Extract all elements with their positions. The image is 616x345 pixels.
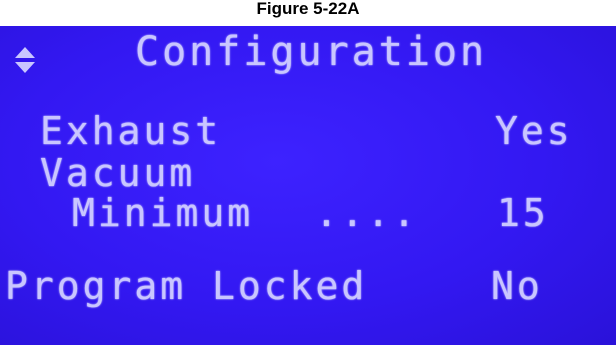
program-locked-value: No bbox=[491, 264, 543, 308]
vacuum-minimum-value: 15 bbox=[497, 191, 549, 235]
figure-caption-text: Figure 5-22A bbox=[256, 0, 360, 18]
vacuum-label: Vacuum bbox=[40, 151, 196, 195]
figure-caption: Figure 5-22A bbox=[0, 0, 616, 26]
program-locked-label: Program Locked bbox=[5, 264, 368, 308]
vacuum-minimum-leader: .... bbox=[315, 191, 419, 235]
exhaust-value: Yes bbox=[495, 109, 573, 153]
up-down-arrows-icon bbox=[15, 47, 35, 73]
screen-title: Configuration bbox=[135, 29, 488, 75]
exhaust-label: Exhaust bbox=[40, 109, 222, 153]
lcd-display: Configuration Exhaust Yes Vacuum Minimum… bbox=[0, 11, 616, 345]
vacuum-minimum-label: Minimum bbox=[72, 191, 254, 235]
